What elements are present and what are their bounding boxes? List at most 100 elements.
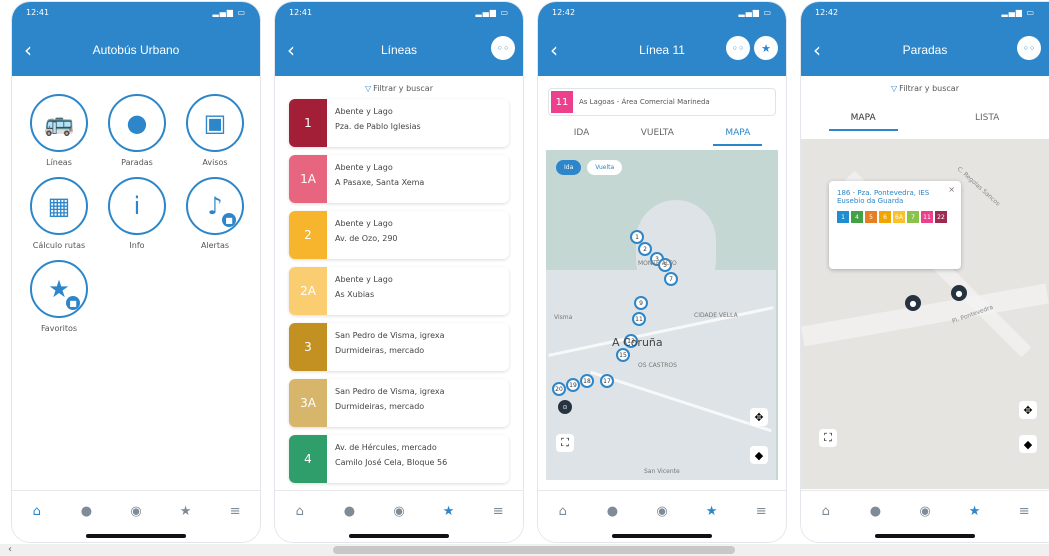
line-chip[interactable]: 22 xyxy=(935,211,947,223)
bell-icon: ♪ ■ xyxy=(186,177,244,235)
back-icon[interactable]: ‹ xyxy=(24,38,32,62)
person-icon[interactable]: ● xyxy=(72,504,100,519)
favorites-bus-icon[interactable]: ★ xyxy=(172,504,200,519)
lock-icon: ■ xyxy=(222,213,236,227)
back-icon[interactable]: ‹ xyxy=(813,38,821,62)
home-icon[interactable]: ⌂ xyxy=(812,504,840,519)
favorites-bus-icon[interactable]: ★ xyxy=(698,504,726,519)
route-toggle-icon[interactable]: ◦◦ xyxy=(491,36,515,60)
favorite-star-icon[interactable]: ★ xyxy=(754,36,778,60)
bus-stop-marker[interactable]: 9 xyxy=(634,296,648,310)
scroll-thumb[interactable] xyxy=(333,546,735,554)
bus-stop-marker[interactable]: 19 xyxy=(566,378,580,392)
status-bar: 12:42 ▂▄▆ ▭ xyxy=(801,2,1049,24)
fullscreen-icon[interactable]: ⛶ xyxy=(819,429,837,447)
bus-stop-marker[interactable]: 15 xyxy=(616,348,630,362)
route-end-icon[interactable]: ⊙ xyxy=(558,400,572,414)
menu-paradas[interactable]: ● Paradas xyxy=(106,94,168,167)
compass-icon[interactable]: ◉ xyxy=(911,504,939,519)
close-icon[interactable]: × xyxy=(948,185,955,194)
menu-label: Cálculo rutas xyxy=(32,241,86,250)
menu-icon[interactable]: ≡ xyxy=(484,504,512,519)
recenter-icon[interactable]: ✥ xyxy=(1019,401,1037,419)
menu-alertas[interactable]: ♪ ■ Alertas xyxy=(184,177,246,250)
line-row[interactable]: 3A San Pedro de Visma, igrexa Durmideiras,… xyxy=(289,379,509,427)
bus-stop-marker[interactable]: 7 xyxy=(664,272,678,286)
home-icon[interactable]: ⌂ xyxy=(286,504,314,519)
line-chip[interactable]: 11 xyxy=(921,211,933,223)
line-row[interactable]: 2 Abente y Lago Av. de Ozo, 290 xyxy=(289,211,509,259)
line-chip[interactable]: 4 xyxy=(851,211,863,223)
line-chip[interactable]: 5 xyxy=(865,211,877,223)
route-name: As Lagoas - Área Comercial Marineda xyxy=(579,98,710,106)
menu-info[interactable]: i Info xyxy=(106,177,168,250)
menu-calculo-rutas[interactable]: ▦ Cálculo rutas xyxy=(28,177,90,250)
layers-icon[interactable]: ◆ xyxy=(1019,435,1037,453)
bus-stop-pin-icon[interactable]: ● xyxy=(951,285,967,301)
filter-search[interactable]: ▽ Filtrar y buscar xyxy=(275,76,523,99)
line-chip[interactable]: 6 xyxy=(879,211,891,223)
bus-stop-marker[interactable]: 17 xyxy=(600,374,614,388)
menu-favoritos[interactable]: ★ ■ Favoritos xyxy=(28,260,90,333)
tab-mapa[interactable]: MAPA xyxy=(828,107,898,131)
tab-ida[interactable]: IDA xyxy=(562,122,602,146)
line-badge: 2A xyxy=(289,267,327,315)
stop-popup[interactable]: × 186 - Pza. Pontevedra, IES Eusebio da … xyxy=(829,181,961,269)
stops-map[interactable]: × 186 - Pza. Pontevedra, IES Eusebio da … xyxy=(801,139,1049,489)
person-icon[interactable]: ● xyxy=(335,504,363,519)
line-row[interactable]: 4 Av. de Hércules, mercado Camilo José Cel… xyxy=(289,435,509,483)
map-label-city: A Coruña xyxy=(612,336,663,349)
route-toggle-icon[interactable]: ◦◦ xyxy=(726,36,750,60)
menu-grid: 🚌 Líneas ● Paradas ▣ Avisos ▦ Cálculo ru… xyxy=(12,76,260,333)
line-chip[interactable]: 6A xyxy=(893,211,905,223)
line-row[interactable]: 1A Abente y Lago A Pasaxe, Santa Xema xyxy=(289,155,509,203)
compass-icon[interactable]: ◉ xyxy=(648,504,676,519)
bus-stop-marker[interactable]: 11 xyxy=(632,312,646,326)
scroll-left-icon[interactable]: ‹ xyxy=(8,544,12,555)
tab-vuelta[interactable]: VUELTA xyxy=(629,122,686,146)
line-origin: Abente y Lago xyxy=(335,219,393,228)
bus-stop-marker[interactable]: 2 xyxy=(638,242,652,256)
navigation-bar: ‹ Paradas ◦◦ xyxy=(801,24,1049,76)
compass-icon[interactable]: ◉ xyxy=(385,504,413,519)
status-bar: 12:41 ▂▄▆ ▭ xyxy=(275,2,523,24)
phone-main-menu: 12:41 ▂▄▆ ▭ ‹ Autobús Urbano 🚌 Líneas ● … xyxy=(12,2,260,542)
line-chip[interactable]: 1 xyxy=(837,211,849,223)
favorites-bus-icon[interactable]: ★ xyxy=(961,504,989,519)
favorites-bus-icon[interactable]: ★ xyxy=(435,504,463,519)
line-row[interactable]: 2A Abente y Lago As Xubias xyxy=(289,267,509,315)
bus-stop-marker[interactable]: 20 xyxy=(552,382,566,396)
menu-icon[interactable]: ≡ xyxy=(747,504,775,519)
line-row[interactable]: 3 San Pedro de Visma, igrexa Durmideiras, … xyxy=(289,323,509,371)
menu-lineas[interactable]: 🚌 Líneas xyxy=(28,94,90,167)
back-icon[interactable]: ‹ xyxy=(550,38,558,62)
recenter-icon[interactable]: ✥ xyxy=(750,408,768,426)
line-chip[interactable]: 7 xyxy=(907,211,919,223)
toggle-ida[interactable]: Ida xyxy=(556,160,582,175)
route-map[interactable]: Ida Vuelta 1 2 3 5 7 9 11 13 15 17 18 19… xyxy=(546,150,778,480)
line-row[interactable]: 1 Abente y Lago Pza. de Pablo Iglesias xyxy=(289,99,509,147)
back-icon[interactable]: ‹ xyxy=(287,38,295,62)
layers-icon[interactable]: ◆ xyxy=(750,446,768,464)
line-destination: Pza. de Pablo Iglesias xyxy=(335,122,421,131)
menu-avisos[interactable]: ▣ Avisos xyxy=(184,94,246,167)
person-icon[interactable]: ● xyxy=(861,504,889,519)
bus-stop-pin-icon[interactable]: ● xyxy=(905,295,921,311)
menu-icon[interactable]: ≡ xyxy=(1010,504,1038,519)
map-label-cidade-vella: CIDADE VELLA xyxy=(694,312,738,319)
home-icon[interactable]: ⌂ xyxy=(549,504,577,519)
fullscreen-icon[interactable]: ⛶ xyxy=(556,434,574,452)
route-toggle-icon[interactable]: ◦◦ xyxy=(1017,36,1041,60)
compass-icon[interactable]: ◉ xyxy=(122,504,150,519)
menu-label: Info xyxy=(129,241,145,250)
toggle-vuelta[interactable]: Vuelta xyxy=(587,160,623,175)
navigation-bar: ‹ Autobús Urbano xyxy=(12,24,260,76)
tab-mapa[interactable]: MAPA xyxy=(713,122,763,146)
person-icon[interactable]: ● xyxy=(598,504,626,519)
filter-search[interactable]: ▽ Filtrar y buscar xyxy=(801,76,1049,99)
horizontal-scrollbar[interactable]: ‹ xyxy=(0,544,1049,556)
tab-lista[interactable]: LISTA xyxy=(953,107,1021,131)
home-icon[interactable]: ⌂ xyxy=(23,504,51,519)
bus-stop-marker[interactable]: 18 xyxy=(580,374,594,388)
menu-icon[interactable]: ≡ xyxy=(221,504,249,519)
